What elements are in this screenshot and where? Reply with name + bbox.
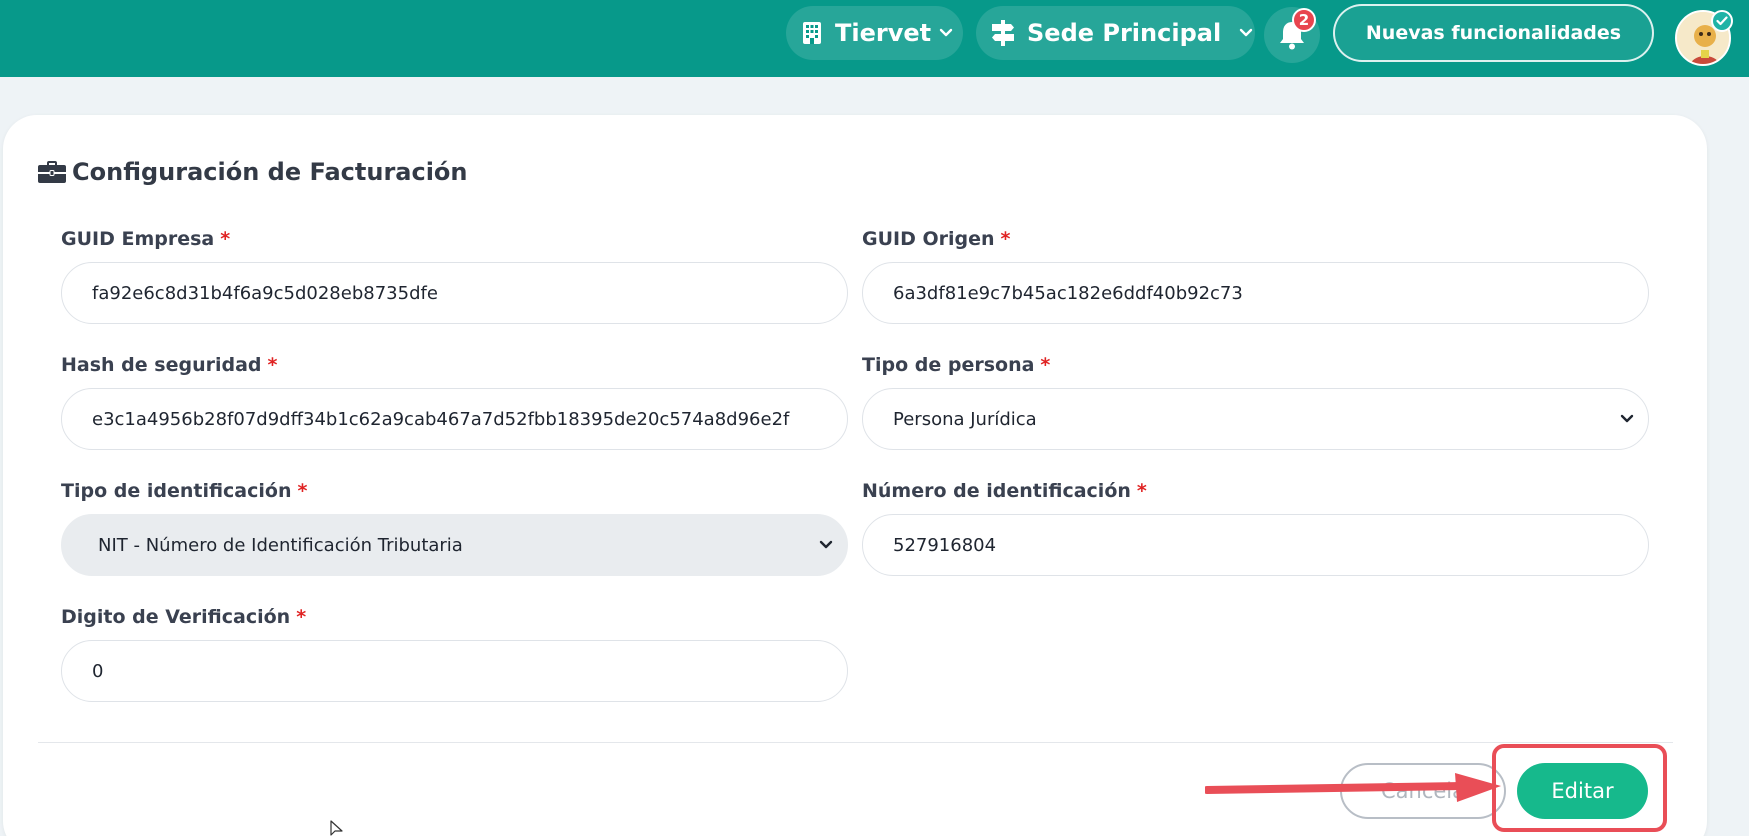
numero-identificacion-label: Número de identificación * (862, 480, 1147, 502)
guid-origen-label: GUID Origen * (862, 228, 1011, 250)
chevron-down-icon (1239, 28, 1253, 37)
guid-empresa-input[interactable]: fa92e6c8d31b4f6a9c5d028eb8735dfe (61, 262, 848, 324)
briefcase-icon (38, 161, 66, 183)
card-title: Configuración de Facturación (38, 158, 468, 186)
hash-seguridad-label: Hash de seguridad * (61, 354, 278, 376)
tipo-identificacion-label: Tipo de identificación * (61, 480, 308, 502)
hash-seguridad-input[interactable]: e3c1a4956b28f07d9dff34b1c62a9cab467a7d52… (61, 388, 848, 450)
chevron-down-icon (939, 28, 953, 37)
notification-count-badge: 2 (1292, 8, 1316, 32)
tipo-identificacion-select[interactable]: NIT - Número de Identificación Tributari… (61, 514, 848, 576)
required-mark: * (1040, 354, 1051, 376)
guid-empresa-label: GUID Empresa * (61, 228, 231, 250)
tipo-persona-label: Tipo de persona * (862, 354, 1051, 376)
tenant-selector[interactable]: Tiervet (786, 6, 963, 60)
mouse-pointer-icon (330, 820, 343, 836)
guid-origen-input[interactable]: 6a3df81e9c7b45ac182e6ddf40b92c73 (862, 262, 1649, 324)
required-mark: * (1136, 480, 1147, 502)
numero-identificacion-input[interactable]: 527916804 (862, 514, 1649, 576)
billing-config-card (3, 115, 1707, 836)
required-mark: * (297, 480, 308, 502)
required-mark: * (267, 354, 278, 376)
card-title-text: Configuración de Facturación (72, 158, 468, 186)
tenant-name: Tiervet (835, 19, 932, 47)
annotation-arrow-icon (1205, 773, 1501, 802)
location-selector[interactable]: Sede Principal (976, 6, 1255, 60)
location-name: Sede Principal (1027, 19, 1222, 47)
digito-verificacion-input[interactable]: 0 (61, 640, 848, 702)
footer-divider (38, 742, 1673, 743)
tipo-persona-select[interactable]: Persona Jurídica (862, 388, 1649, 450)
chevron-down-icon (819, 540, 833, 549)
required-mark: * (1000, 228, 1011, 250)
required-mark: * (220, 228, 231, 250)
chevron-down-icon (1620, 414, 1634, 423)
required-mark: * (296, 606, 307, 628)
building-icon (803, 22, 821, 44)
annotation-highlight-box (1492, 744, 1667, 832)
signpost-icon (992, 20, 1014, 46)
verified-check-icon (1711, 10, 1733, 32)
new-features-button[interactable]: Nuevas funcionalidades (1333, 4, 1654, 62)
digito-verificacion-label: Digito de Verificación * (61, 606, 307, 628)
